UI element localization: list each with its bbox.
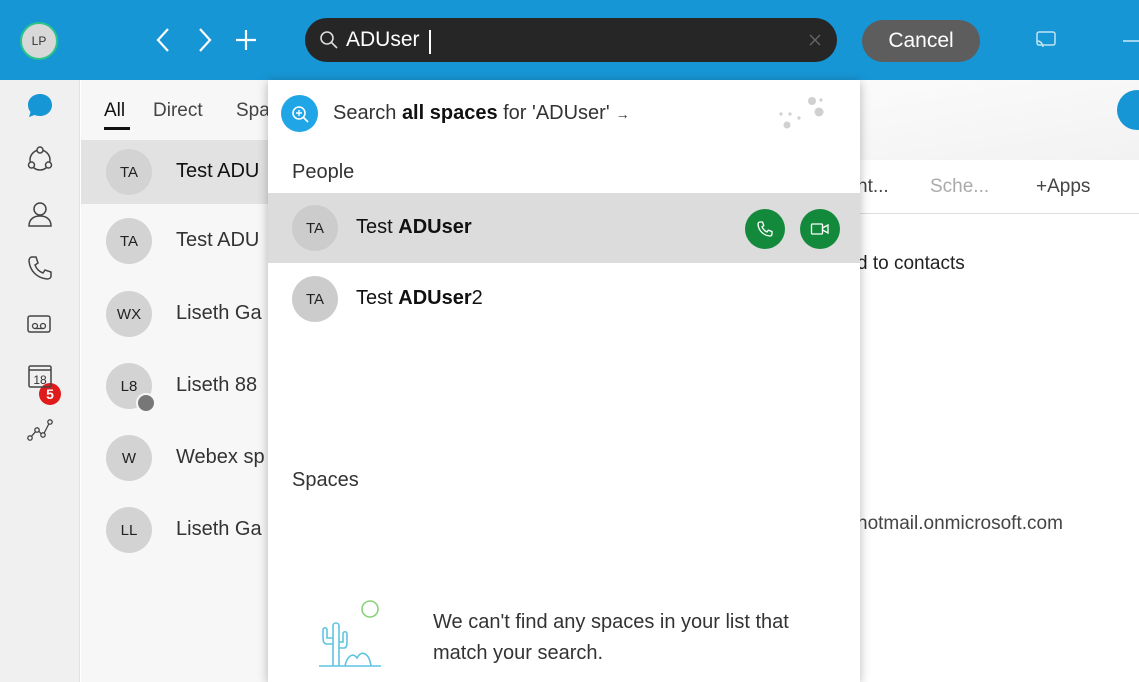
arrow-right-icon: → [615, 106, 630, 122]
text-caret [429, 30, 431, 54]
calendar-icon[interactable]: 18 [26, 362, 54, 390]
list-item-name: Liseth Ga [176, 302, 262, 324]
list-item[interactable]: TA Test ADU [81, 140, 268, 204]
list-item-name: Test ADU [176, 160, 260, 182]
tab-divider [858, 213, 1139, 214]
search-bold: all spaces [401, 102, 498, 124]
person-name: Test ADUser2 [356, 287, 483, 310]
empty-spaces-message: We can't find any spaces in your list th… [433, 611, 789, 664]
avatar: TA [106, 149, 152, 195]
tab-content[interactable]: nt... [857, 176, 889, 198]
navigation-rail: 5 18 [0, 80, 80, 682]
search-input[interactable]: ADUser [305, 18, 837, 62]
plus-icon[interactable] [231, 22, 261, 58]
forward-icon[interactable] [190, 22, 220, 58]
minimize-icon[interactable] [1123, 40, 1139, 42]
tab-apps[interactable]: +Apps [1036, 176, 1090, 198]
phone-icon[interactable] [26, 254, 54, 282]
search-prefix: Search [333, 102, 402, 124]
clear-icon[interactable] [807, 32, 823, 48]
avatar: WX [106, 291, 152, 337]
avatar: W [106, 435, 152, 481]
person-name-prefix: Test [356, 287, 399, 309]
phone-icon [757, 221, 773, 237]
added-to-contacts-text: d to contacts [857, 253, 965, 274]
person-result[interactable]: TA Test ADUser [268, 193, 860, 263]
cactus-icon [319, 600, 381, 667]
search-all-spaces-row[interactable]: Search all spaces for 'ADUser' → [268, 80, 860, 150]
filter-spaces[interactable]: Spa [236, 100, 270, 122]
search-all-spaces-text: Search all spaces for 'ADUser' → [333, 102, 630, 125]
list-item-name: Test ADU [176, 229, 260, 251]
voicemail-icon[interactable] [26, 308, 54, 336]
list-item[interactable]: LL Liseth Ga [81, 498, 268, 562]
person-name: Test ADUser [356, 216, 472, 239]
share-screen-icon[interactable] [1035, 30, 1057, 50]
person-name-match: ADUser [398, 287, 472, 309]
contacts-icon[interactable] [26, 200, 54, 228]
list-item[interactable]: L8 Liseth 88 [81, 354, 268, 418]
person-name-suffix: 2 [471, 287, 483, 309]
avatar: TA [106, 218, 152, 264]
messaging-icon[interactable] [26, 92, 54, 120]
list-item[interactable]: TA Test ADU [81, 209, 268, 273]
avatar: LL [106, 507, 152, 553]
email-text: hotmail.onmicrosoft.com [857, 513, 1063, 534]
list-item-name: Liseth 88 [176, 374, 258, 396]
search-spaces-icon [281, 95, 318, 132]
filter-all[interactable]: All [104, 100, 125, 122]
person-name-match: ADUser [398, 216, 472, 238]
avatar: TA [292, 276, 338, 322]
spaces-section-header: Spaces [292, 469, 359, 491]
list-item-name: Liseth Ga [176, 518, 262, 540]
search-suffix: for 'ADUser' [497, 102, 610, 124]
filter-all-underline [104, 127, 130, 130]
search-value: ADUser [346, 28, 420, 51]
list-item-name: Webex sp [176, 446, 265, 468]
space-list: All Direct Spa TA Test ADU TA Test ADU W… [81, 80, 270, 682]
calendar-day-label: 18 [33, 373, 47, 387]
person-name-prefix: Test [356, 216, 399, 238]
cancel-button[interactable]: Cancel [862, 20, 980, 62]
people-section-header: People [292, 161, 355, 183]
top-bar: LP ADUser Cancel [0, 0, 1139, 80]
video-icon [810, 223, 829, 235]
back-icon[interactable] [148, 22, 178, 58]
search-icon [320, 31, 338, 49]
audio-call-button[interactable] [745, 209, 785, 249]
filter-direct[interactable]: Direct [153, 100, 203, 122]
video-call-button[interactable] [800, 209, 840, 249]
analytics-icon[interactable] [26, 416, 54, 444]
teams-icon[interactable] [26, 146, 54, 174]
list-item[interactable]: WX Liseth Ga [81, 282, 268, 346]
user-avatar[interactable]: LP [20, 22, 58, 60]
search-dropdown: Search all spaces for 'ADUser' → People T… [268, 80, 860, 682]
person-result[interactable]: TA Test ADUser2 [268, 264, 860, 334]
list-item[interactable]: W Webex sp [81, 426, 268, 490]
clock-icon [136, 393, 156, 413]
avatar: TA [292, 205, 338, 251]
tab-schedule[interactable]: Sche... [930, 176, 989, 198]
loading-dots-icon [779, 97, 824, 129]
